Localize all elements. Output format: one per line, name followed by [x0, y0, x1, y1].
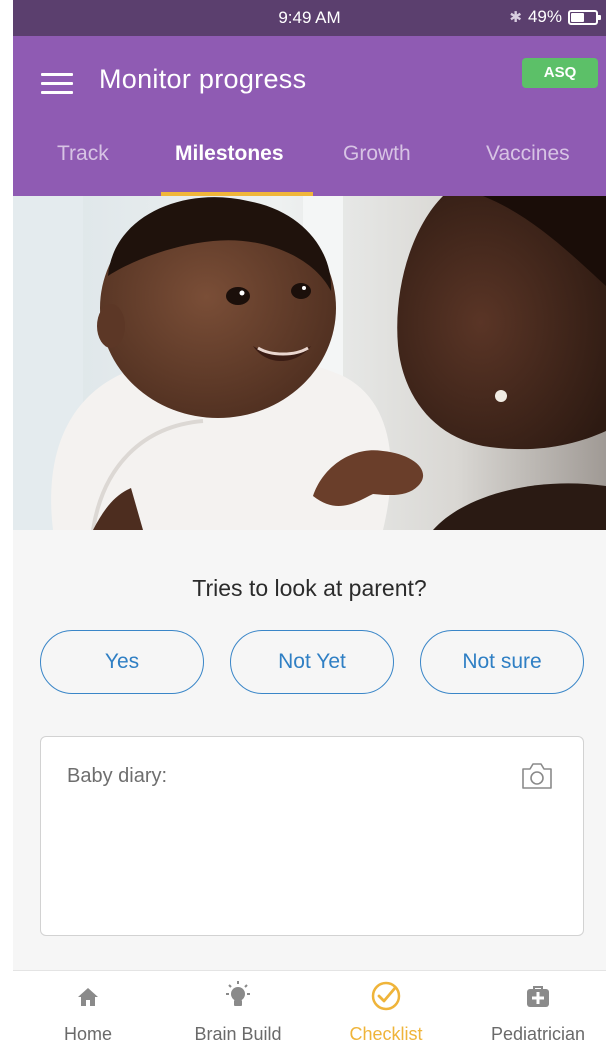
checklist-icon — [371, 981, 401, 1011]
camera-icon[interactable] — [520, 761, 554, 791]
nav-brain-build[interactable]: Brain Build — [178, 971, 298, 1047]
baby-diary-field[interactable]: Baby diary: — [40, 736, 584, 936]
app-header: Monitor progress ASQ Track Milestones Gr… — [13, 36, 606, 196]
nav-checklist-label: Checklist — [349, 1024, 423, 1044]
milestone-question: Tries to look at parent? — [192, 575, 427, 601]
answer-yes-button[interactable]: Yes — [40, 630, 204, 694]
asq-button[interactable]: ASQ — [522, 58, 598, 88]
home-icon — [78, 988, 98, 1006]
baby-diary-placeholder: Baby diary: — [67, 765, 168, 787]
tab-vaccines[interactable]: Vaccines — [486, 142, 570, 166]
tab-bar: Track Milestones Growth Vaccines — [13, 134, 606, 196]
tab-growth[interactable]: Growth — [343, 142, 411, 166]
bluetooth-icon: ✱ — [509, 9, 522, 26]
battery-percent: 49% — [527, 7, 562, 26]
nav-brain-build-label: Brain Build — [194, 1024, 282, 1044]
medical-bag-icon — [527, 986, 549, 1007]
baby-photo-illustration — [13, 196, 606, 530]
bottom-navigation: Home Brain Build Checklist Pediatrician — [13, 970, 606, 1047]
status-bar: 9:49 AM ✱ 49% — [13, 0, 606, 36]
answer-not-yet-button[interactable]: Not Yet — [230, 630, 394, 694]
nav-checklist[interactable]: Checklist — [331, 971, 441, 1047]
lightbulb-icon — [226, 981, 250, 1006]
tab-track[interactable]: Track — [57, 142, 109, 166]
battery-icon — [568, 9, 601, 25]
nav-home-label: Home — [63, 1024, 112, 1044]
nav-pediatrician-label: Pediatrician — [490, 1024, 586, 1044]
tab-milestones[interactable]: Milestones — [175, 142, 284, 166]
battery-level — [571, 12, 584, 22]
hamburger-menu-icon[interactable] — [41, 73, 73, 97]
status-indicators: ✱ 49% — [509, 7, 601, 27]
hero-photo — [13, 196, 606, 530]
app-frame: 9:49 AM ✱ 49% Monitor progress ASQ Track… — [13, 0, 606, 1047]
nav-pediatrician[interactable]: Pediatrician — [473, 971, 603, 1047]
page-title: Monitor progress — [99, 64, 307, 94]
answer-not-sure-button[interactable]: Not sure — [420, 630, 584, 694]
nav-home[interactable]: Home — [43, 971, 133, 1047]
